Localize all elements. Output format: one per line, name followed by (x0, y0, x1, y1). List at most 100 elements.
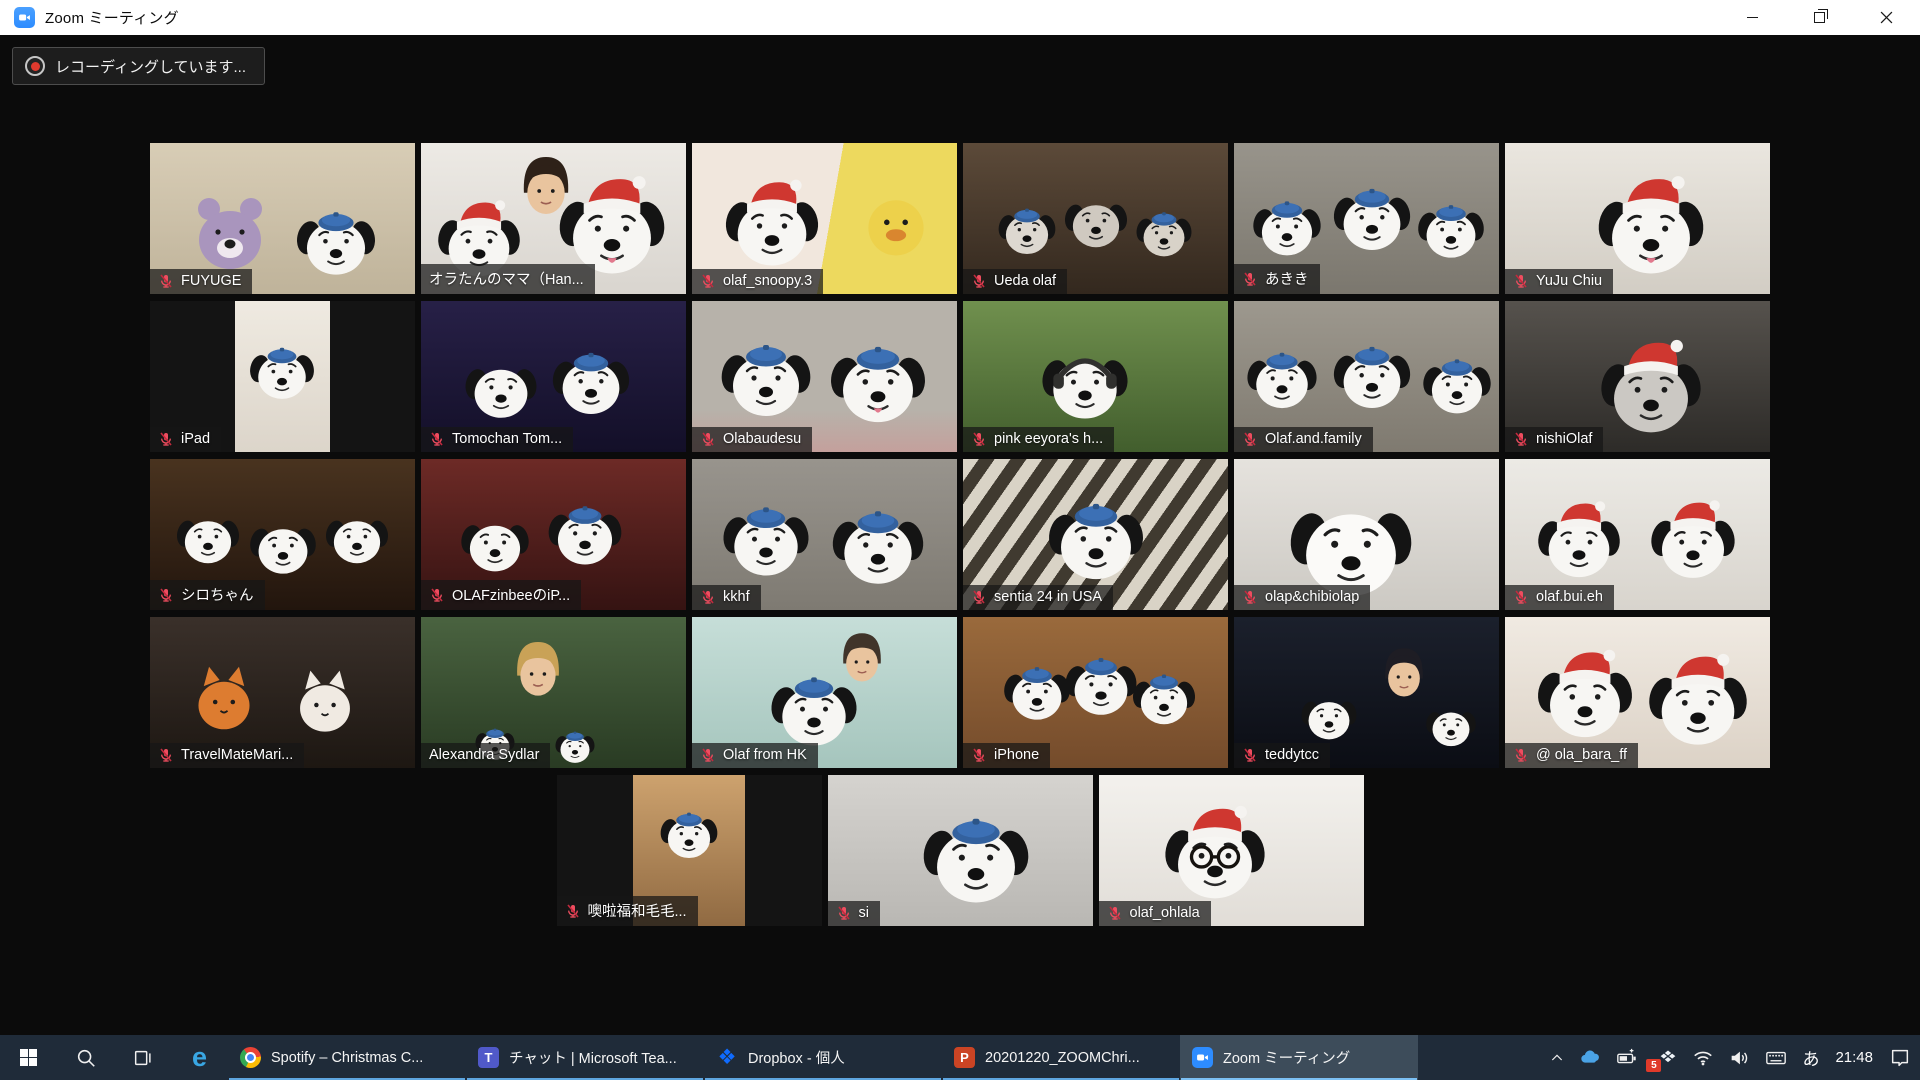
dog-plush (1532, 646, 1638, 752)
dog-plush (1533, 498, 1625, 590)
participant-name: シロちゃん (181, 584, 254, 605)
mic-muted-icon (971, 431, 987, 447)
participant-name: iPad (181, 431, 210, 447)
record-icon (25, 56, 45, 76)
recording-indicator[interactable]: レコーディングしています... (12, 47, 265, 85)
mic-muted-icon (700, 273, 716, 289)
participant-name: OLAFzinbeeのiP... (452, 584, 570, 605)
participant-tile[interactable]: TravelMateMari... (150, 617, 415, 768)
video-grid: FUYUGEオラたんのママ（Han...olaf_snoopy.3 Ueda ol… (0, 35, 1920, 926)
video-grid-row: 噢啦福和毛毛... si olaf_ohlala (0, 775, 1920, 926)
taskbar-app-powerpoint[interactable]: 20201220_ZOOMChri... (942, 1035, 1180, 1080)
participant-tile[interactable]: olap&chibiolap (1234, 459, 1499, 610)
participant-tile[interactable]: olaf_ohlala (1099, 775, 1364, 926)
search-button[interactable] (57, 1035, 114, 1080)
ime-indicator[interactable]: あ (1795, 1035, 1826, 1080)
edge-icon (192, 1042, 207, 1073)
start-button[interactable] (0, 1035, 57, 1080)
dog-plush (1133, 203, 1195, 265)
participant-tile[interactable]: iPhone (963, 617, 1228, 768)
dog-plush (1329, 334, 1415, 420)
dropbox-icon (716, 1047, 738, 1069)
taskbar-app-teams[interactable]: チャット | Microsoft Tea... (466, 1035, 704, 1080)
restore-button[interactable] (1786, 0, 1853, 35)
taskbar-app-chrome[interactable]: Spotify – Christmas C... (228, 1035, 466, 1080)
zoom-app-icon (14, 7, 35, 28)
action-center-button[interactable] (1882, 1035, 1918, 1080)
participant-tile[interactable]: YuJu Chiu (1505, 143, 1770, 294)
chrome-icon (240, 1047, 261, 1068)
participant-name: si (859, 905, 869, 921)
participant-tile[interactable]: teddytcc (1234, 617, 1499, 768)
dog-plush (1249, 190, 1325, 266)
wifi-icon (1692, 1047, 1714, 1069)
wifi-tray-button[interactable] (1685, 1035, 1721, 1080)
participant-tile[interactable]: olaf.bui.eh (1505, 459, 1770, 610)
participant-tile[interactable]: OLAFzinbeeのiP... (421, 459, 686, 610)
dog-plush (827, 496, 929, 598)
participant-nameplate: nishiOlaf (1505, 427, 1603, 452)
participant-tile[interactable]: kkhf (692, 459, 957, 610)
participant-tile[interactable]: @ ola_bara_ff (1505, 617, 1770, 768)
touch-keyboard-button[interactable] (1757, 1035, 1795, 1080)
participant-nameplate: olap&chibiolap (1234, 585, 1370, 610)
participant-tile[interactable]: 噢啦福和毛毛... (557, 775, 822, 926)
volume-tray-button[interactable] (1721, 1035, 1757, 1080)
titlebar: Zoom ミーティング (0, 0, 1920, 35)
participant-tile[interactable]: iPad (150, 301, 415, 452)
taskbar-clock[interactable]: 21:48 (1826, 1035, 1882, 1080)
video-grid-row: シロちゃん OLAFzinbeeのiP... kkhf sentia 24 in US… (0, 459, 1920, 610)
dropbox-tray-button[interactable]: 5 (1646, 1035, 1685, 1080)
dog-plush (1414, 194, 1488, 268)
battery-tray-button[interactable] (1608, 1035, 1646, 1080)
dog-plush (1646, 497, 1740, 591)
participant-tile[interactable]: あきき (1234, 143, 1499, 294)
participant-name: iPhone (994, 747, 1039, 763)
participant-nameplate: Ueda olaf (963, 269, 1067, 294)
cat-plush (282, 662, 368, 748)
mic-muted-icon (565, 903, 581, 919)
participant-tile[interactable]: FUYUGE (150, 143, 415, 294)
participant-nameplate: kkhf (692, 585, 761, 610)
onedrive-cloud-icon (1579, 1047, 1601, 1069)
participant-tile[interactable]: sentia 24 in USA (963, 459, 1228, 610)
participant-tile[interactable]: Olaf from HK (692, 617, 957, 768)
tray-chevron-button[interactable] (1542, 1035, 1572, 1080)
dog-plush (173, 503, 243, 573)
participant-tile[interactable]: Olabaudesu (692, 301, 957, 452)
onedrive-tray-button[interactable] (1572, 1035, 1608, 1080)
task-view-button[interactable] (114, 1035, 171, 1080)
participant-name: 噢啦福和毛毛... (588, 900, 687, 921)
participant-tile[interactable]: olaf_snoopy.3 (692, 143, 957, 294)
edge-button[interactable] (171, 1035, 228, 1080)
taskbar-app-dropbox[interactable]: Dropbox - 個人 (704, 1035, 942, 1080)
participant-nameplate: TravelMateMari... (150, 743, 304, 768)
taskbar-apps: Spotify – Christmas C...チャット | Microsoft… (228, 1035, 1418, 1080)
participant-tile[interactable]: Tomochan Tom... (421, 301, 686, 452)
minimize-button[interactable] (1719, 0, 1786, 35)
dog-plush (1129, 664, 1199, 734)
participant-tile[interactable]: Olaf.and.family (1234, 301, 1499, 452)
participant-tile[interactable]: シロちゃん (150, 459, 415, 610)
participant-tile[interactable]: si (828, 775, 1093, 926)
participant-name: nishiOlaf (1536, 431, 1592, 447)
taskbar-app-zoom[interactable]: Zoom ミーティング (1180, 1035, 1418, 1080)
mic-muted-icon (971, 589, 987, 605)
close-button[interactable] (1853, 0, 1920, 35)
participant-name: YuJu Chiu (1536, 273, 1602, 289)
mic-muted-icon (1242, 271, 1258, 287)
window-title: Zoom ミーティング (45, 7, 179, 28)
participant-tile[interactable]: Ueda olaf (963, 143, 1228, 294)
participant-tile[interactable]: nishiOlaf (1505, 301, 1770, 452)
participant-tile[interactable]: Alexandra Sydlar (421, 617, 686, 768)
taskbar-app-label: 20201220_ZOOMChri... (985, 1050, 1140, 1066)
mic-muted-icon (700, 589, 716, 605)
participant-name: Alexandra Sydlar (429, 747, 539, 763)
participant-nameplate: Olaf.and.family (1234, 427, 1373, 452)
mic-muted-icon (1513, 273, 1529, 289)
participant-name: Ueda olaf (994, 273, 1056, 289)
participant-nameplate: teddytcc (1234, 743, 1330, 768)
mic-muted-icon (1107, 905, 1123, 921)
participant-tile[interactable]: pink eeyora's h... (963, 301, 1228, 452)
participant-tile[interactable]: オラたんのママ（Han... (421, 143, 686, 294)
